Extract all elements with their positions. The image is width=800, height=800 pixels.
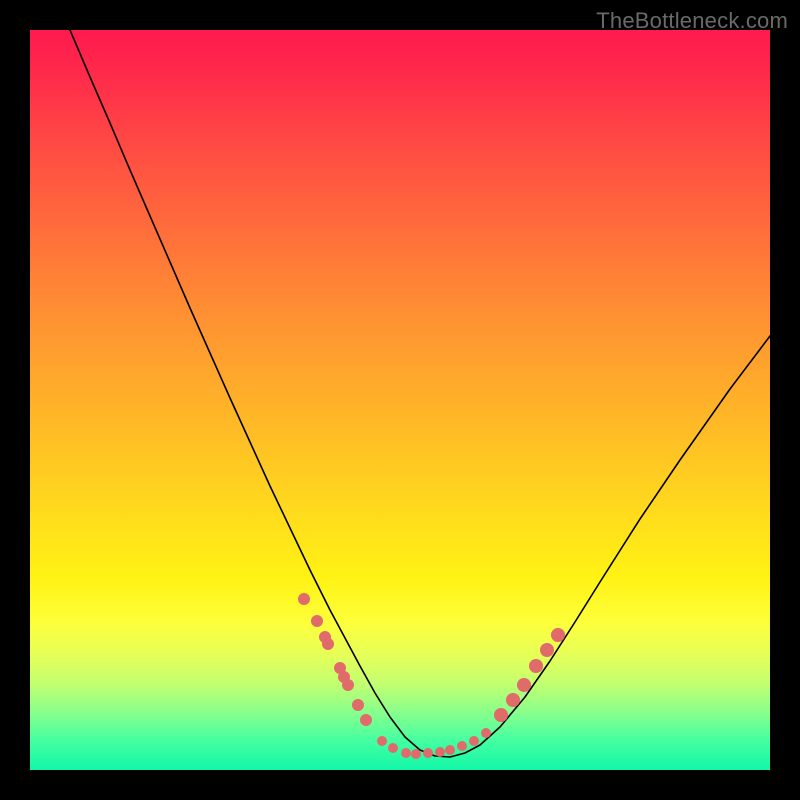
- watermark-text: TheBottleneck.com: [596, 8, 788, 34]
- gradient-background: [30, 30, 770, 770]
- chart-plot-area: [30, 30, 770, 770]
